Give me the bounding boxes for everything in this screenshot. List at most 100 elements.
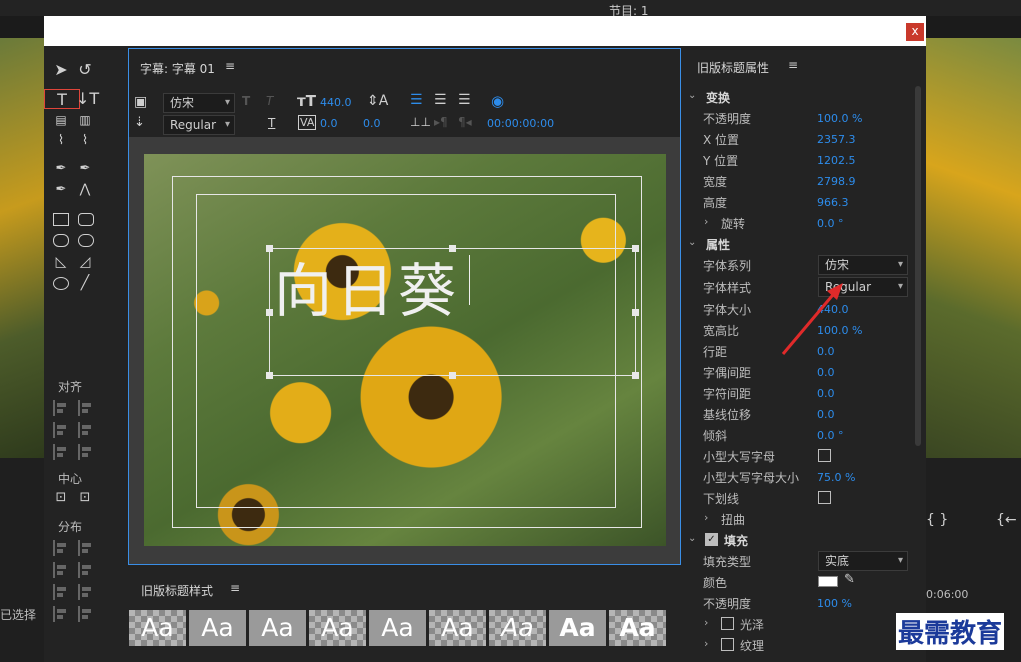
distribute-right-icon[interactable] — [53, 584, 67, 600]
editor-menu-icon[interactable]: ≡ — [225, 59, 235, 73]
tab-stops-icon[interactable]: ⊥⊥ — [410, 115, 431, 129]
opacity-value[interactable]: 100.0 % — [817, 112, 862, 125]
attributes-group[interactable]: 属性 — [706, 236, 730, 253]
distribute-left-icon[interactable] — [53, 540, 67, 556]
italic-icon[interactable]: T — [266, 94, 273, 108]
leading-value[interactable]: 0.0 — [363, 117, 381, 130]
slant-value[interactable]: 0.0 ° — [817, 429, 844, 442]
width-value[interactable]: 2798.9 — [817, 175, 856, 188]
resize-handle[interactable] — [632, 245, 639, 252]
y-position-value[interactable]: 1202.5 — [817, 154, 856, 167]
fill-checkbox[interactable]: ✓ — [705, 533, 718, 546]
style-swatch[interactable]: Aa — [549, 610, 606, 646]
font-style-dropdown[interactable]: Regular ▾ — [163, 115, 235, 135]
chevron-right-icon[interactable]: › — [704, 511, 708, 524]
distribute-bottom-icon[interactable] — [78, 584, 92, 600]
resize-handle[interactable] — [266, 309, 273, 316]
style-swatch[interactable]: Aa — [429, 610, 486, 646]
align-right-text-icon[interactable]: ☰ — [458, 92, 471, 108]
center-horizontal-icon[interactable]: ⊡ — [50, 488, 72, 508]
distribute-top-icon[interactable] — [78, 540, 92, 556]
rounded-rectangle-tool-icon[interactable] — [78, 213, 94, 226]
kerning-value[interactable]: 0.0 — [320, 117, 338, 130]
properties-scrollbar[interactable] — [915, 86, 921, 446]
nav-brace-icon[interactable]: { } — [926, 512, 948, 528]
align-right-icon[interactable] — [53, 444, 67, 460]
chevron-down-icon[interactable]: ⌄ — [688, 533, 696, 544]
distort-label[interactable]: 扭曲 — [721, 511, 745, 528]
tracking-value[interactable]: 0.0 — [817, 387, 835, 400]
fill-opacity-value[interactable]: 100 % — [817, 597, 852, 610]
style-swatch[interactable]: Aa — [609, 610, 666, 646]
style-swatch[interactable]: Aa — [369, 610, 426, 646]
small-caps-checkbox[interactable] — [818, 449, 831, 462]
style-swatch[interactable]: Aa — [489, 610, 546, 646]
properties-menu-icon[interactable]: ≡ — [788, 58, 798, 72]
x-position-value[interactable]: 2357.3 — [817, 133, 856, 146]
color-swatch[interactable] — [818, 576, 838, 587]
style-swatch[interactable]: Aa — [129, 610, 186, 646]
font-family-select[interactable]: 仿宋 ▾ — [818, 255, 908, 275]
arc-tool-icon[interactable]: ◿ — [74, 252, 96, 272]
align-bottom-icon[interactable] — [78, 444, 92, 460]
close-button[interactable]: x — [906, 23, 924, 41]
small-caps-size-value[interactable]: 75.0 % — [817, 471, 855, 484]
center-vertical-icon[interactable]: ⊡ — [74, 488, 96, 508]
chevron-right-icon[interactable]: › — [704, 637, 708, 650]
bold-icon[interactable]: T — [242, 94, 250, 108]
resize-handle[interactable] — [266, 245, 273, 252]
rectangle-tool-icon[interactable] — [53, 213, 69, 226]
font-family-dropdown[interactable]: 仿宋 ▾ — [163, 93, 235, 113]
fill-type-select[interactable]: 实底 ▾ — [818, 551, 908, 571]
kerning-prop-value[interactable]: 0.0 — [817, 366, 835, 379]
type-tool-icon[interactable]: T — [44, 89, 80, 109]
tab-left-icon[interactable]: ▸¶ — [434, 115, 448, 129]
rounded-corner-tool-icon[interactable] — [78, 234, 94, 247]
font-size-value[interactable]: 440.0 — [320, 96, 352, 109]
background-video-icon[interactable]: ▣ — [134, 94, 147, 110]
area-type-tool-icon[interactable]: ▤ — [50, 110, 72, 130]
title-text[interactable]: 向日葵 — [274, 244, 460, 328]
styles-menu-icon[interactable]: ≡ — [230, 581, 240, 595]
chevron-down-icon[interactable]: ⌄ — [688, 237, 696, 248]
height-value[interactable]: 966.3 — [817, 196, 849, 209]
transform-group[interactable]: 变换 — [706, 89, 730, 106]
tab-right-icon[interactable]: ¶◂ — [458, 115, 472, 129]
resize-handle[interactable] — [449, 372, 456, 379]
align-center-v-icon[interactable] — [78, 422, 92, 438]
line-tool-icon[interactable]: ╱ — [74, 273, 96, 293]
path-type-tool-icon[interactable]: ⌇ — [50, 131, 72, 151]
align-center-text-icon[interactable]: ☰ — [434, 92, 447, 108]
baseline-shift-value[interactable]: 0.0 — [817, 408, 835, 421]
eyedropper-icon[interactable]: ✎ — [844, 572, 855, 587]
style-swatch[interactable]: Aa — [189, 610, 246, 646]
rotation-value[interactable]: 0.0 ° — [817, 217, 844, 230]
ellipse-tool-icon[interactable] — [53, 277, 69, 290]
gloss-checkbox[interactable] — [721, 617, 734, 630]
vertical-path-type-tool-icon[interactable]: ⌇ — [74, 131, 96, 151]
distribute-middle-icon[interactable] — [78, 562, 92, 578]
align-left-icon[interactable] — [53, 400, 67, 416]
underline-checkbox[interactable] — [818, 491, 831, 504]
selection-tool-icon[interactable]: ➤ — [50, 60, 72, 80]
distribute-center-icon[interactable] — [53, 562, 67, 578]
timecode-value[interactable]: 00:00:00:00 — [487, 117, 554, 130]
style-swatch[interactable]: Aa — [309, 610, 366, 646]
delete-anchor-tool-icon[interactable]: ✒ — [74, 159, 96, 179]
clipped-corner-tool-icon[interactable] — [53, 234, 69, 247]
texture-checkbox[interactable] — [721, 638, 734, 651]
chevron-down-icon[interactable]: ⌄ — [688, 90, 696, 101]
resize-handle[interactable] — [632, 309, 639, 316]
distribute-even-v-icon[interactable] — [78, 606, 92, 622]
go-to-in-icon[interactable]: {← — [996, 512, 1017, 528]
align-top-icon[interactable] — [78, 400, 92, 416]
show-background-video-icon[interactable]: ◉ — [491, 92, 504, 110]
rotation-tool-icon[interactable]: ↺ — [74, 60, 96, 80]
distribute-even-h-icon[interactable] — [53, 606, 67, 622]
convert-anchor-tool-icon[interactable]: ⋀ — [74, 180, 96, 200]
wedge-tool-icon[interactable]: ◺ — [50, 252, 72, 272]
resize-handle[interactable] — [632, 372, 639, 379]
baseline-icon[interactable]: ⇣ — [134, 115, 145, 130]
vertical-type-tool-icon[interactable]: ↓T — [76, 89, 99, 109]
align-center-h-icon[interactable] — [53, 422, 67, 438]
